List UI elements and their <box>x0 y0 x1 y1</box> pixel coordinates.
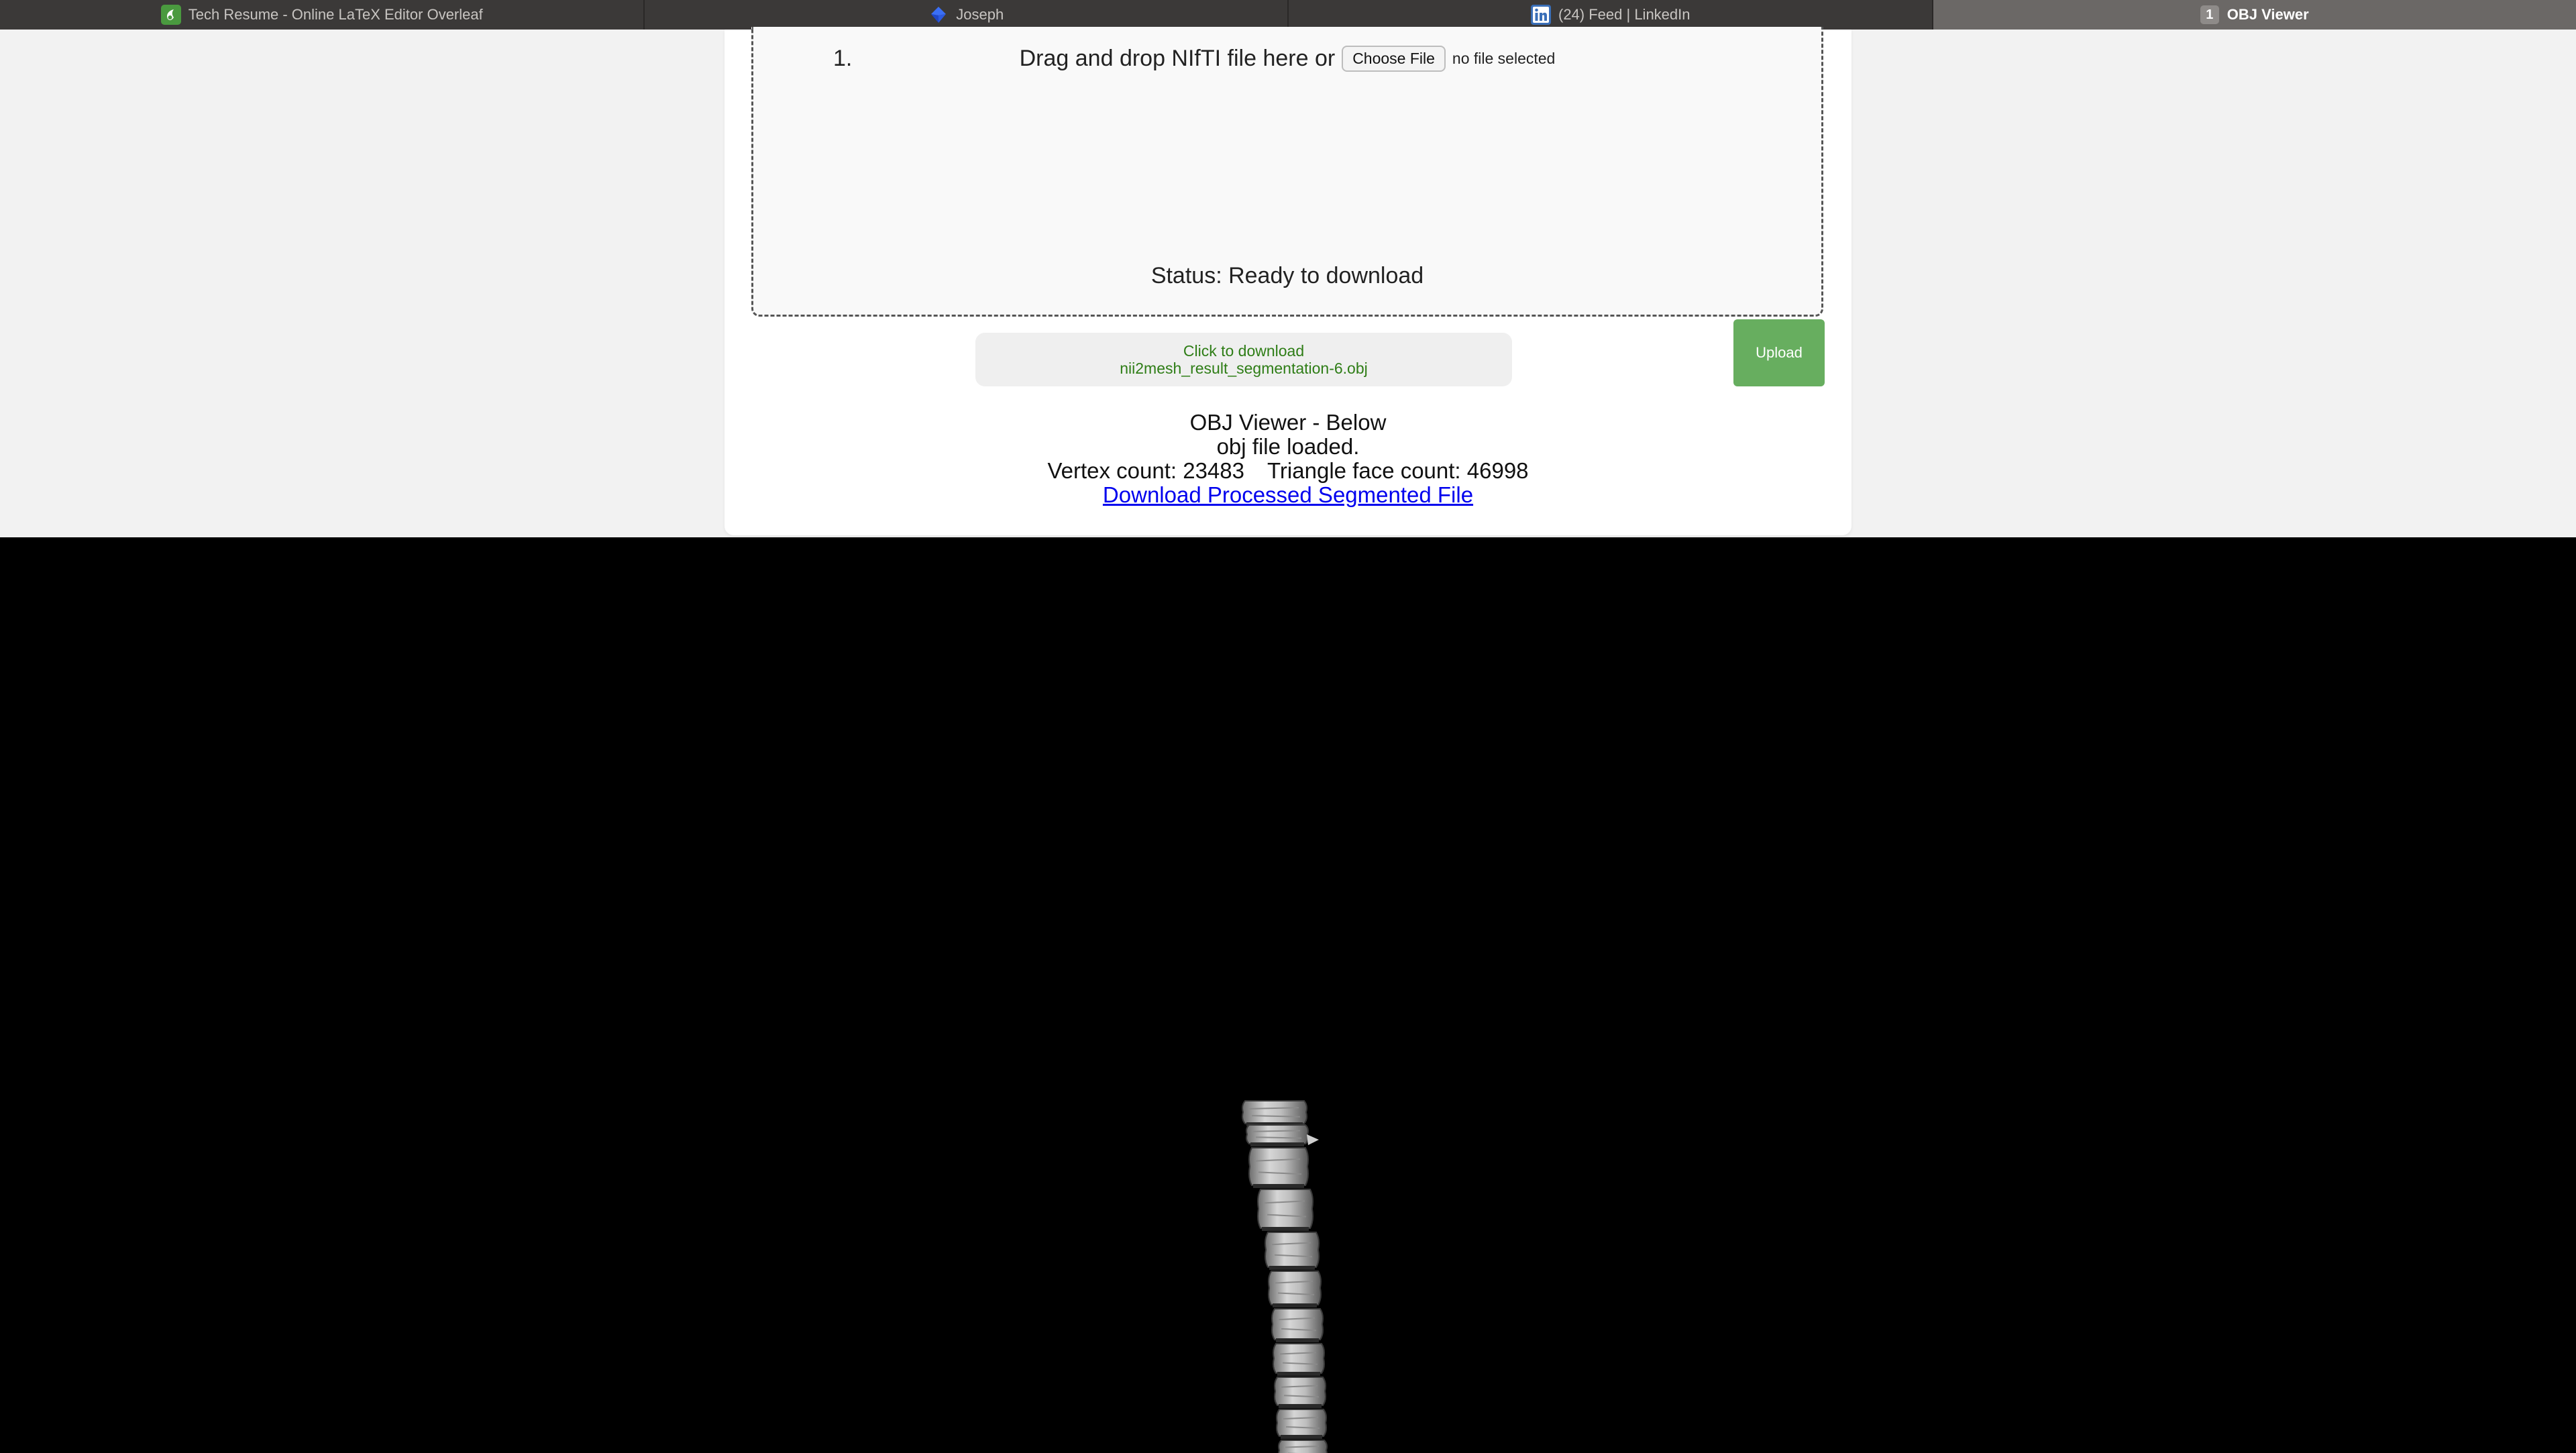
upload-button[interactable]: Upload <box>1733 319 1825 386</box>
vertebra <box>1276 1409 1327 1437</box>
upload-card: 1. Drag and drop NIfTI file here or Choo… <box>724 27 1851 535</box>
vertebra <box>1248 1147 1309 1186</box>
vertebra-gap <box>1250 1142 1304 1146</box>
mesh-counts: Vertex count: 23483 Triangle face count: … <box>724 459 1851 483</box>
spine-mesh-render <box>1242 1100 1328 1453</box>
vertebra-gap <box>1253 1184 1304 1188</box>
vertebra <box>1273 1343 1325 1374</box>
spine-model <box>1242 1100 1328 1453</box>
face-count: Triangle face count: 46998 <box>1267 458 1529 483</box>
tab-number-badge: 1 <box>2200 5 2219 24</box>
vertebra <box>1265 1232 1320 1268</box>
vertex-count: Vertex count: 23483 <box>1047 458 1244 483</box>
viewer-info: OBJ Viewer - Below obj file loaded. Vert… <box>724 411 1851 507</box>
tab-overleaf[interactable]: Tech Resume - Online LaTeX Editor Overle… <box>0 0 645 30</box>
vertebra <box>1257 1189 1313 1229</box>
tab-linkedin[interactable]: (24) Feed | LinkedIn <box>1289 0 1933 30</box>
overleaf-icon <box>160 4 182 25</box>
file-drop-zone[interactable]: 1. Drag and drop NIfTI file here or Choo… <box>751 27 1823 317</box>
tab-label: Tech Resume - Online LaTeX Editor Overle… <box>188 6 483 23</box>
drag-drop-text: Drag and drop NIfTI file here or <box>1019 46 1336 71</box>
loaded-status: obj file loaded. <box>1216 434 1360 459</box>
vertebra-gap <box>1279 1404 1322 1408</box>
vertebra <box>1242 1100 1307 1124</box>
download-segmented-link[interactable]: Download Processed Segmented File <box>1103 482 1473 507</box>
drag-drop-prompt: Drag and drop NIfTI file here or Choose … <box>753 46 1821 72</box>
vertebra-gap <box>1281 1435 1322 1439</box>
tab-label: Joseph <box>956 6 1004 23</box>
linkedin-icon <box>1530 4 1552 25</box>
no-file-selected-text: no file selected <box>1452 50 1556 67</box>
download-obj-button[interactable]: Click to download nii2mesh_result_segmen… <box>975 333 1512 386</box>
tab-label: (24) Feed | LinkedIn <box>1558 6 1690 23</box>
spinous-process <box>1307 1134 1319 1145</box>
status-text: Status: Ready to download <box>1150 263 1424 288</box>
vertebra <box>1246 1124 1309 1144</box>
viewer-title: OBJ Viewer - Below <box>1189 410 1387 435</box>
tab-label: OBJ Viewer <box>2226 6 2309 23</box>
vertebra-gap <box>1277 1372 1320 1376</box>
choose-file-button[interactable]: Choose File <box>1342 46 1446 72</box>
vertebra-gap <box>1269 1266 1315 1270</box>
tab-joseph[interactable]: Joseph <box>645 0 1289 30</box>
download-label: Click to download <box>1183 342 1305 360</box>
obj-3d-viewer[interactable] <box>0 537 2576 1453</box>
vertebra <box>1271 1308 1324 1340</box>
browser-tab-bar: Tech Resume - Online LaTeX Editor Overle… <box>0 0 2576 30</box>
vertebra <box>1268 1271 1322 1305</box>
tab-obj-viewer[interactable]: 1 OBJ Viewer <box>1933 0 2576 30</box>
blue-diamond-icon <box>928 4 949 25</box>
download-filename: nii2mesh_result_segmentation-6.obj <box>1120 360 1368 377</box>
vertebra-gap <box>1276 1338 1319 1342</box>
vertebra <box>1274 1377 1326 1406</box>
vertebra-gap <box>1262 1227 1309 1231</box>
vertebra-gap <box>1273 1303 1317 1307</box>
